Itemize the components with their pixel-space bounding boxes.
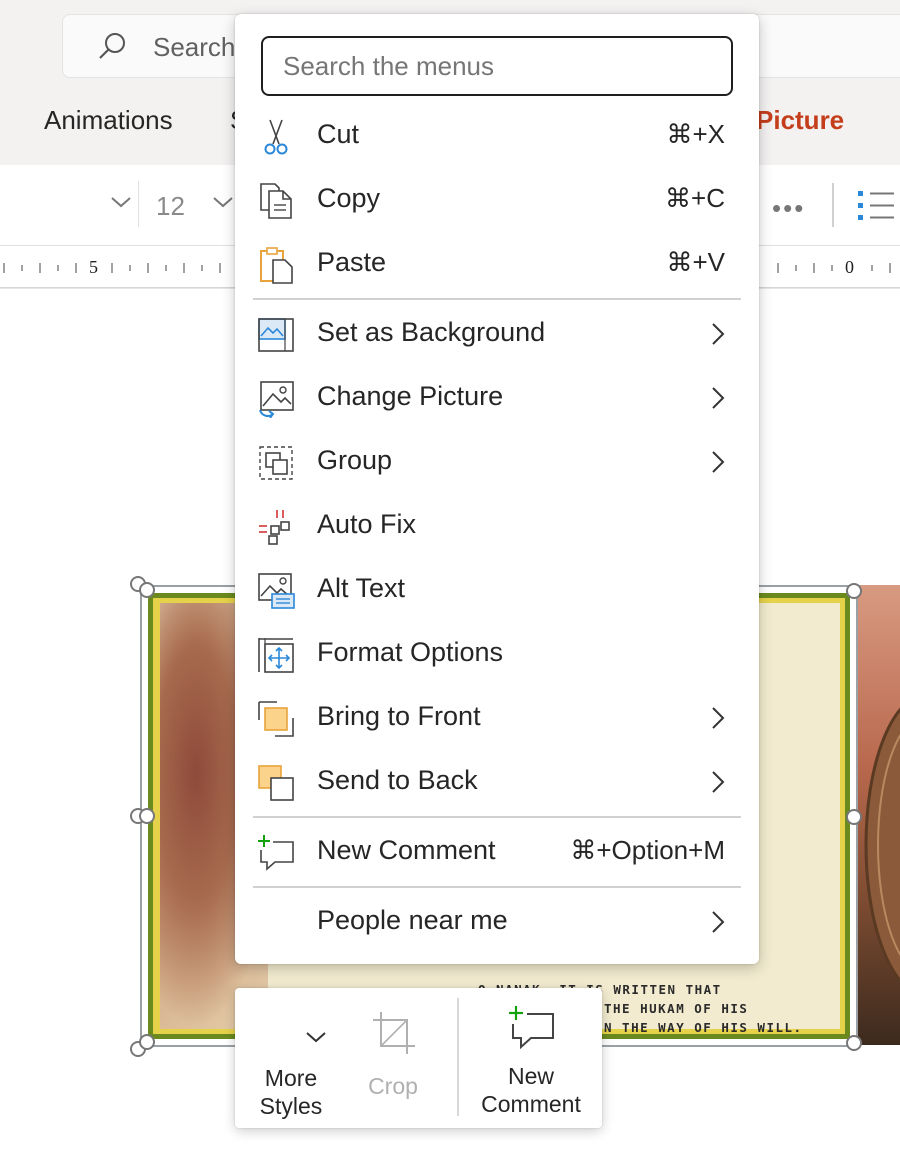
menu-item-paste[interactable]: Paste ⌘+V bbox=[235, 232, 759, 296]
chevron-right-icon bbox=[711, 770, 725, 799]
copy-icon bbox=[257, 182, 295, 220]
menu-item-bring-to-front[interactable]: Bring to Front bbox=[235, 686, 759, 750]
tab-picture[interactable]: Picture bbox=[756, 105, 844, 136]
ruler-label: 0 bbox=[845, 257, 854, 277]
auto-fix-icon bbox=[257, 508, 295, 546]
tab-animations[interactable]: Animations bbox=[44, 105, 173, 136]
menu-item-label: Group bbox=[317, 445, 393, 475]
ruler-label: 5 bbox=[89, 257, 98, 277]
resize-handle-top-right[interactable] bbox=[846, 583, 862, 599]
resize-handle-top-left-secondary[interactable] bbox=[139, 582, 155, 598]
alt-text-icon bbox=[257, 572, 295, 610]
chevron-right-icon bbox=[711, 450, 725, 479]
menu-item-auto-fix[interactable]: Auto Fix bbox=[235, 494, 759, 558]
menu-item-shortcut: ⌘+X bbox=[666, 119, 725, 149]
menu-item-label: Format Options bbox=[317, 637, 504, 667]
menu-item-label: Auto Fix bbox=[317, 509, 417, 539]
new-comment-icon bbox=[257, 834, 295, 872]
menu-separator bbox=[253, 886, 741, 888]
resize-handle-bottom-left-secondary[interactable] bbox=[139, 1034, 155, 1050]
menu-item-label: Change Picture bbox=[317, 381, 504, 411]
format-options-icon bbox=[257, 636, 295, 674]
chevron-right-icon bbox=[711, 706, 725, 735]
context-menu: Cut ⌘+X Copy ⌘+C Paste ⌘+V bbox=[235, 14, 759, 964]
new-comment-button[interactable]: New Comment bbox=[469, 988, 593, 1128]
menu-item-label: Copy bbox=[317, 183, 381, 213]
menu-item-alt-text[interactable]: Alt Text bbox=[235, 558, 759, 622]
mini-toolbar-divider bbox=[457, 998, 459, 1116]
new-comment-icon bbox=[507, 1004, 555, 1056]
menu-item-shortcut: ⌘+C bbox=[665, 183, 725, 213]
menu-item-set-as-background[interactable]: Set as Background bbox=[235, 302, 759, 366]
menu-item-change-picture[interactable]: Change Picture bbox=[235, 366, 759, 430]
menu-item-shortcut: ⌘+V bbox=[666, 247, 725, 277]
chevron-down-icon bbox=[212, 195, 234, 214]
change-picture-icon bbox=[257, 380, 295, 419]
scissors-icon bbox=[257, 118, 295, 156]
font-family-dropdown[interactable] bbox=[0, 181, 139, 227]
menu-item-label: Paste bbox=[317, 247, 387, 277]
crop-button[interactable]: Crop bbox=[351, 988, 435, 1128]
font-size-dropdown[interactable]: 12 bbox=[140, 181, 240, 227]
menu-item-send-to-back[interactable]: Send to Back bbox=[235, 750, 759, 814]
background-icon bbox=[257, 316, 295, 354]
menu-item-label: Cut bbox=[317, 119, 360, 149]
crop-icon bbox=[371, 1010, 417, 1062]
bullet-list-icon[interactable] bbox=[856, 187, 896, 228]
menu-separator bbox=[253, 298, 741, 300]
toolbar-divider bbox=[832, 183, 834, 227]
paste-icon bbox=[257, 246, 295, 284]
mini-toolbar: More Styles Crop New Comment bbox=[235, 988, 602, 1128]
menu-item-cut[interactable]: Cut ⌘+X bbox=[235, 104, 759, 168]
menu-item-label: People near me bbox=[317, 905, 508, 935]
chevron-right-icon bbox=[711, 910, 725, 939]
menu-item-new-comment[interactable]: New Comment ⌘+Option+M bbox=[235, 820, 759, 884]
crop-label: Crop bbox=[368, 1073, 418, 1099]
menu-item-group[interactable]: Group bbox=[235, 430, 759, 494]
resize-handle-left-secondary[interactable] bbox=[139, 808, 155, 824]
new-comment-label: Comment bbox=[481, 1091, 581, 1117]
picture-coin-region bbox=[856, 585, 900, 1045]
more-styles-label: More bbox=[264, 1065, 318, 1091]
menu-item-shortcut: ⌘+Option+M bbox=[570, 835, 725, 865]
resize-handle-bottom-right[interactable] bbox=[846, 1035, 862, 1051]
font-size-value: 12 bbox=[156, 191, 185, 221]
menu-item-label: New Comment bbox=[317, 835, 496, 865]
app-search-placeholder: Search bbox=[153, 32, 236, 62]
chevron-down-icon bbox=[305, 1022, 327, 1050]
bring-to-front-icon bbox=[257, 700, 295, 738]
resize-handle-right[interactable] bbox=[846, 809, 862, 825]
menu-item-format-options[interactable]: Format Options bbox=[235, 622, 759, 686]
menu-item-label: Bring to Front bbox=[317, 701, 481, 731]
menu-item-people-near-me[interactable]: People near me bbox=[235, 890, 759, 954]
chevron-down-icon bbox=[110, 195, 132, 214]
menu-item-label: Set as Background bbox=[317, 317, 546, 347]
menu-item-label: Send to Back bbox=[317, 765, 478, 795]
chevron-right-icon bbox=[711, 322, 725, 351]
more-styles-button[interactable]: More Styles bbox=[247, 988, 335, 1128]
more-styles-label: Styles bbox=[259, 1093, 323, 1119]
send-to-back-icon bbox=[257, 764, 295, 802]
menu-item-label: Alt Text bbox=[317, 573, 406, 603]
group-icon bbox=[257, 444, 295, 482]
search-icon bbox=[97, 31, 127, 66]
new-comment-label: New bbox=[507, 1063, 554, 1089]
menu-separator bbox=[253, 816, 741, 818]
menu-item-copy[interactable]: Copy ⌘+C bbox=[235, 168, 759, 232]
menu-search-input[interactable] bbox=[261, 36, 733, 96]
chevron-right-icon bbox=[711, 386, 725, 415]
more-options-icon[interactable]: ••• bbox=[772, 193, 805, 224]
